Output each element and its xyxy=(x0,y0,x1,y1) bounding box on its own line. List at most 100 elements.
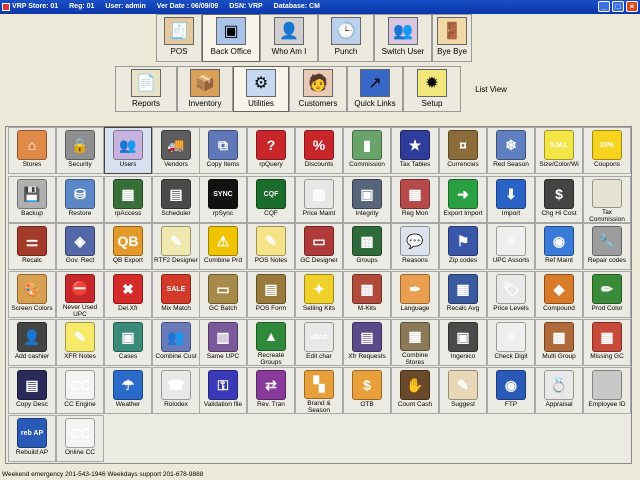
punch-button[interactable]: 🕒 Punch xyxy=(318,14,374,62)
utility-del-xfr[interactable]: ✖ Del.Xfr xyxy=(104,271,152,318)
utility-gov-rect[interactable]: ◈ Gov. Rect xyxy=(56,223,104,270)
list-view-button[interactable]: List View xyxy=(461,66,521,112)
utility-integrity[interactable]: ▣ Integrity xyxy=(343,176,391,223)
ftp-globe-icon: ◉ xyxy=(496,370,526,400)
utility-reasons[interactable]: 💬 Reasons xyxy=(391,223,439,270)
customers-button[interactable]: 🧑 Customers xyxy=(289,66,347,112)
utility-language[interactable]: ✒ Language xyxy=(391,271,439,318)
utility-recreate-groups[interactable]: ▲ Recreate Groups xyxy=(247,319,295,366)
utility-ref-maint[interactable]: ◉ Ref Maint xyxy=(535,223,583,270)
utility-qb-export[interactable]: QB QB Export xyxy=(104,223,152,270)
utility-never-used-upc[interactable]: ⛔ Never Used UPC xyxy=(56,271,104,318)
who-am-i-button[interactable]: 👤 Who Am I xyxy=(260,14,318,62)
utility-employee-id[interactable]: Employee ID xyxy=(583,367,631,414)
utility-copy-items[interactable]: ⧉ Copy Items xyxy=(199,127,247,174)
pos-button[interactable]: 🧾 POS xyxy=(156,14,202,62)
utility-restore[interactable]: ⛁ Restore xyxy=(56,176,104,223)
utility-chg-hi-cost[interactable]: $ Chg Hi Cost xyxy=(535,176,583,223)
utility-cases[interactable]: ▣ Cases xyxy=(104,319,152,366)
utility-backup[interactable]: 💾 Backup xyxy=(8,176,56,223)
utility-stores[interactable]: ⌂ Stores xyxy=(8,127,56,174)
utility-size-color-wi[interactable]: S,M,L Size/Color/Wi xyxy=(535,127,583,174)
utility-check-digit[interactable]: ||| Check Digit xyxy=(487,319,535,366)
utility-m-kits[interactable]: ▩ M-Kits xyxy=(343,271,391,318)
utility-price-levels[interactable]: 🏷 Price Levels xyxy=(487,271,535,318)
utility-weather[interactable]: ☂ Weather xyxy=(104,367,152,414)
utility-vendors[interactable]: 🚚 Vendors xyxy=(152,127,200,174)
utility-ingenico[interactable]: ▣ Ingenico xyxy=(439,319,487,366)
utility-multi-group[interactable]: ▩ Multi Group xyxy=(535,319,583,366)
utility-screen-colors[interactable]: 🎨 Screen Colors xyxy=(8,271,56,318)
close-icon[interactable]: × xyxy=(626,1,638,12)
utility-otb[interactable]: $ OTB xyxy=(343,367,391,414)
utility-copy-desc[interactable]: ▤ Copy Desc xyxy=(8,367,56,414)
inventory-button[interactable]: 📦 Inventory xyxy=(177,66,233,112)
gov-rect-icon: ◈ xyxy=(65,226,95,256)
maximize-icon[interactable]: □ xyxy=(612,1,624,12)
utility-same-upc[interactable]: ▥ Same UPC xyxy=(199,319,247,366)
utility-missing-gc[interactable]: ▦ Missing GC xyxy=(583,319,631,366)
utility-combine-prd[interactable]: ⚠ Combine Prd xyxy=(199,223,247,270)
utility-reg-mon[interactable]: ▦ Reg Mon xyxy=(391,176,439,223)
utility-price-maint[interactable]: ▥ Price Maint xyxy=(295,176,343,223)
setup-button[interactable]: ✹ Setup xyxy=(403,66,461,112)
utilities-button[interactable]: ⚙ Utilities xyxy=(233,66,289,112)
utility-gc-batch[interactable]: ▭ GC Batch xyxy=(199,271,247,318)
utility-online-cc[interactable]: CC Online CC xyxy=(56,415,104,462)
utility-xfr-requests[interactable]: ▤ Xfr Requests xyxy=(343,319,391,366)
utility-repair-codes[interactable]: 🔧 Repair codes xyxy=(583,223,631,270)
bye-bye-button[interactable]: 🚪 Bye Bye xyxy=(432,14,472,62)
utility-prod-color[interactable]: ✏ Prod Color xyxy=(583,271,631,318)
utility-scheduler[interactable]: ▤ Scheduler xyxy=(152,176,200,223)
reports-button[interactable]: 📄 Reports xyxy=(115,66,177,112)
utility-cc-engine[interactable]: CC CC Engine xyxy=(56,367,104,414)
utility-coupons[interactable]: 20% Coupons xyxy=(583,127,631,174)
bye-bye-icon: 🚪 xyxy=(437,17,467,45)
utility-recalc[interactable]: ⚌ Recalc xyxy=(8,223,56,270)
utility-tax-commission[interactable]: Tax Commission xyxy=(583,176,631,223)
utility-red-season[interactable]: ❄ Red Season xyxy=(487,127,535,174)
utility-combine-cust[interactable]: 👥 Combine Cust xyxy=(152,319,200,366)
quick-links-button[interactable]: ↗ Quick Links xyxy=(347,66,403,112)
back-office-button[interactable]: ▣ Back Office xyxy=(202,14,260,62)
utility-gc-designer[interactable]: ▭ GC Designer xyxy=(295,223,343,270)
utility-rev-tran[interactable]: ⇄ Rev. Tran xyxy=(247,367,295,414)
utility-mix-match[interactable]: SALE Mix Match xyxy=(152,271,200,318)
utility-groups[interactable]: ▩ Groups xyxy=(343,223,391,270)
utility-pos-notes[interactable]: ✎ POS Notes xyxy=(247,223,295,270)
utility-rpsync[interactable]: SYNC rpSync xyxy=(199,176,247,223)
utility-appraisal[interactable]: 💍 Appraisal xyxy=(535,367,583,414)
utility-suggest[interactable]: ✎ Suggest xyxy=(439,367,487,414)
utility-add-cashier[interactable]: 👤 Add cashier xyxy=(8,319,56,366)
utility-rebuild-ap[interactable]: reb AP Rebuild AP xyxy=(8,415,56,462)
utility-selling-kits[interactable]: ✦ Selling Kits xyxy=(295,271,343,318)
utility-cqf[interactable]: CQF CQF xyxy=(247,176,295,223)
utility-discounts[interactable]: % Discounts xyxy=(295,127,343,174)
utility-ftp[interactable]: ◉ FTP xyxy=(487,367,535,414)
utility-rolodex[interactable]: ☎ Rolodex xyxy=(152,367,200,414)
switch-user-button[interactable]: 👥 Switch User xyxy=(374,14,432,62)
utility-users[interactable]: 👥 Users xyxy=(104,127,152,174)
utility-upc-assorts[interactable]: ||| UPC Assorts xyxy=(487,223,535,270)
utility-pos-form[interactable]: ▤ POS Form xyxy=(247,271,295,318)
utility-rpaccess[interactable]: ▦ rpAccess xyxy=(104,176,152,223)
utility-compound[interactable]: ◆ Compound xyxy=(535,271,583,318)
utility-export-import[interactable]: ➜ Export Import xyxy=(439,176,487,223)
utility-zip-codes[interactable]: ⚑ Zip codes xyxy=(439,223,487,270)
utility-currencies[interactable]: ¤ Currencies xyxy=(439,127,487,174)
utility-tax-tables[interactable]: ★ Tax Tables xyxy=(391,127,439,174)
utility-security[interactable]: 🔒 Security xyxy=(56,127,104,174)
utility-rpquery[interactable]: ? rpQuery xyxy=(247,127,295,174)
tree-icon: ▲ xyxy=(256,322,286,351)
utility-brand-season[interactable]: ▚ Brand & Season xyxy=(295,367,343,414)
utility-count-cash[interactable]: ✋ Count Cash xyxy=(391,367,439,414)
utility-import[interactable]: ⬇ Import xyxy=(487,176,535,223)
utility-rtf2-designer[interactable]: ✎ RTF2 Designer xyxy=(152,223,200,270)
utility-combine-stores[interactable]: ▦ Combine Stores xyxy=(391,319,439,366)
utility-validation-file[interactable]: ⚿ Validation file xyxy=(199,367,247,414)
utility-commission[interactable]: ▮ Commission xyxy=(343,127,391,174)
utility-xfr-notes[interactable]: ✎ XFR Notes xyxy=(56,319,104,366)
utility-recalc-avg[interactable]: ▦ Recalc Avg xyxy=(439,271,487,318)
utility-edit-char[interactable]: abcd Edit char xyxy=(295,319,343,366)
minimize-icon[interactable]: _ xyxy=(598,1,610,12)
